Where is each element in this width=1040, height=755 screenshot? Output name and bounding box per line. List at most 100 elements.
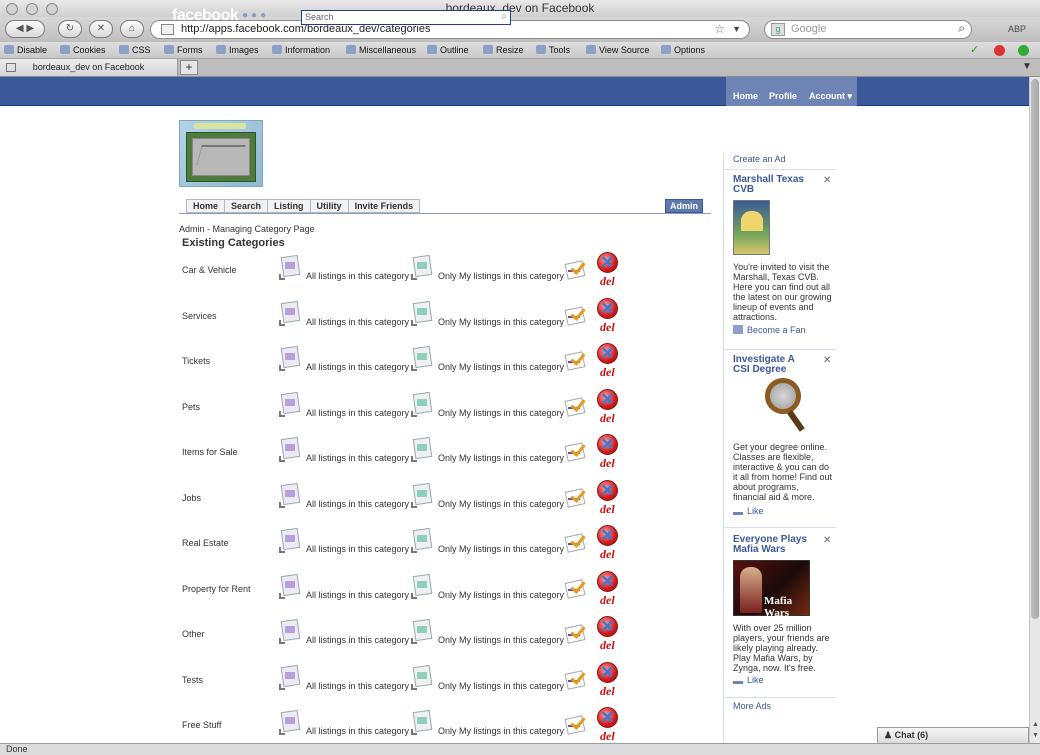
back-icon[interactable]: ◀ [16, 23, 24, 34]
delete-button[interactable]: ✕ del [596, 570, 620, 611]
my-listings-icon[interactable] [411, 527, 435, 553]
nav-account[interactable]: Account ▾ [809, 91, 852, 102]
tab-home[interactable]: Home [186, 199, 225, 213]
my-listings-link[interactable]: Only My listings in this category [438, 317, 564, 327]
scroll-up-icon[interactable]: ▲ [1031, 720, 1040, 729]
dev-tools[interactable]: Tools [536, 44, 570, 57]
edit-check-icon[interactable] [564, 486, 588, 508]
all-listings-icon[interactable] [279, 254, 303, 280]
all-listings-link[interactable]: All listings in this category [306, 362, 409, 372]
nav-profile[interactable]: Profile [769, 91, 797, 101]
notifications-icon[interactable]: ● [260, 10, 269, 21]
edit-check-icon[interactable] [564, 441, 588, 462]
dev-disable[interactable]: Disable [4, 44, 47, 57]
notification-icons[interactable]: ●●● [242, 10, 269, 21]
my-listings-icon[interactable] [411, 254, 435, 280]
delete-button[interactable]: ✕ del [596, 434, 620, 474]
edit-check-icon[interactable] [564, 259, 588, 280]
all-listings-link[interactable]: All listings in this category [306, 590, 409, 600]
ad-title[interactable]: Investigate A CSI Degree [733, 355, 813, 375]
all-listings-link[interactable]: All listings in this category [306, 635, 409, 645]
vertical-scrollbar[interactable]: ▲ ▼ [1029, 77, 1040, 743]
bookmark-star-icon[interactable]: ☆ [714, 21, 725, 38]
dev-css[interactable]: CSS [119, 44, 151, 57]
all-listings-link[interactable]: All listings in this category [306, 681, 409, 691]
all-listings-icon[interactable] [279, 573, 303, 599]
all-listings-link[interactable]: All listings in this category [306, 726, 409, 736]
my-listings-icon[interactable] [411, 345, 435, 371]
my-listings-icon[interactable] [411, 618, 435, 644]
my-listings-icon[interactable] [411, 664, 435, 690]
new-tab-button[interactable]: + [180, 60, 198, 75]
more-ads-link[interactable]: More Ads [733, 701, 771, 711]
close-ad-icon[interactable]: ✕ [823, 175, 831, 186]
my-listings-link[interactable]: Only My listings in this category [438, 635, 564, 645]
all-listings-icon[interactable] [279, 709, 303, 735]
tab-search[interactable]: Search [224, 199, 268, 213]
google-icon[interactable]: g [771, 23, 785, 36]
all-listings-icon[interactable] [279, 664, 303, 690]
all-listings-link[interactable]: All listings in this category [306, 317, 409, 327]
edit-check-icon[interactable] [564, 623, 588, 644]
my-listings-link[interactable]: Only My listings in this category [438, 544, 564, 554]
dev-forms[interactable]: Forms [164, 44, 203, 57]
search-icon[interactable]: ⌕ [501, 10, 507, 23]
delete-button[interactable]: ✕ del [596, 388, 620, 429]
tab-list-icon[interactable]: ▼ [1022, 61, 1036, 72]
url-dropdown-icon[interactable]: ▼ [732, 21, 741, 38]
forward-icon[interactable]: ▶ [26, 23, 34, 34]
delete-button[interactable]: ✕ del [596, 661, 620, 702]
all-listings-icon[interactable] [279, 482, 303, 508]
all-listings-icon[interactable] [279, 300, 303, 326]
edit-check-icon[interactable] [564, 714, 588, 735]
tab-invite-friends[interactable]: Invite Friends [347, 199, 421, 213]
all-listings-icon[interactable] [279, 527, 303, 553]
back-forward-buttons[interactable]: ◀ ▶ [5, 20, 45, 38]
status-ok-icon[interactable] [1018, 45, 1029, 56]
edit-check-icon[interactable] [564, 577, 588, 599]
my-listings-link[interactable]: Only My listings in this category [438, 590, 564, 600]
my-listings-icon[interactable] [411, 709, 435, 735]
my-listings-icon[interactable] [411, 436, 435, 462]
valid-check-icon[interactable]: ✓ [970, 45, 981, 56]
tab-listing[interactable]: Listing [267, 199, 310, 213]
delete-button[interactable]: ✕ del [596, 252, 620, 292]
all-listings-link[interactable]: All listings in this category [306, 499, 409, 509]
error-icon[interactable] [994, 45, 1005, 56]
stop-button[interactable]: ✕ [89, 20, 113, 38]
my-listings-icon[interactable] [411, 300, 435, 326]
delete-button[interactable]: ✕ del [596, 297, 620, 338]
edit-check-icon[interactable] [564, 668, 588, 690]
all-listings-link[interactable]: All listings in this category [306, 453, 409, 463]
dev-cookies[interactable]: Cookies [60, 44, 106, 57]
close-window-icon[interactable] [6, 3, 18, 15]
all-listings-link[interactable]: All listings in this category [306, 408, 409, 418]
delete-button[interactable]: ✕ del [596, 525, 620, 565]
magnifier-icon[interactable]: ⌕ [958, 20, 965, 37]
friend-requests-icon[interactable]: ● [242, 10, 251, 21]
browser-tab[interactable]: bordeaux_dev on Facebook [0, 59, 178, 76]
dev-options[interactable]: Options [661, 44, 705, 57]
create-ad-link[interactable]: Create an Ad [733, 154, 786, 164]
reload-button[interactable]: ↻ [58, 20, 82, 38]
dev-view-source[interactable]: View Source [586, 44, 649, 57]
my-listings-link[interactable]: Only My listings in this category [438, 499, 564, 509]
dev-resize[interactable]: Resize [483, 44, 524, 57]
all-listings-icon[interactable] [279, 345, 303, 371]
minimize-window-icon[interactable] [26, 3, 38, 15]
delete-button[interactable]: ✕ del [596, 479, 620, 520]
facebook-logo[interactable]: facebook [172, 7, 239, 25]
ad-image[interactable] [733, 200, 770, 255]
nav-home[interactable]: Home [733, 91, 758, 101]
dev-outline[interactable]: Outline [427, 44, 469, 57]
scrollbar-thumb[interactable] [1031, 79, 1039, 619]
all-listings-link[interactable]: All listings in this category [306, 544, 409, 554]
ad-title[interactable]: Marshall Texas CVB [733, 175, 813, 195]
edit-check-icon[interactable] [564, 304, 588, 326]
adblock-button[interactable]: ABP [1008, 20, 1034, 38]
my-listings-icon[interactable] [411, 482, 435, 508]
edit-check-icon[interactable] [564, 395, 588, 417]
close-ad-icon[interactable]: ✕ [823, 355, 831, 366]
dev-information[interactable]: Information [272, 44, 330, 57]
ad-image[interactable]: Mafia Wars [733, 560, 810, 619]
